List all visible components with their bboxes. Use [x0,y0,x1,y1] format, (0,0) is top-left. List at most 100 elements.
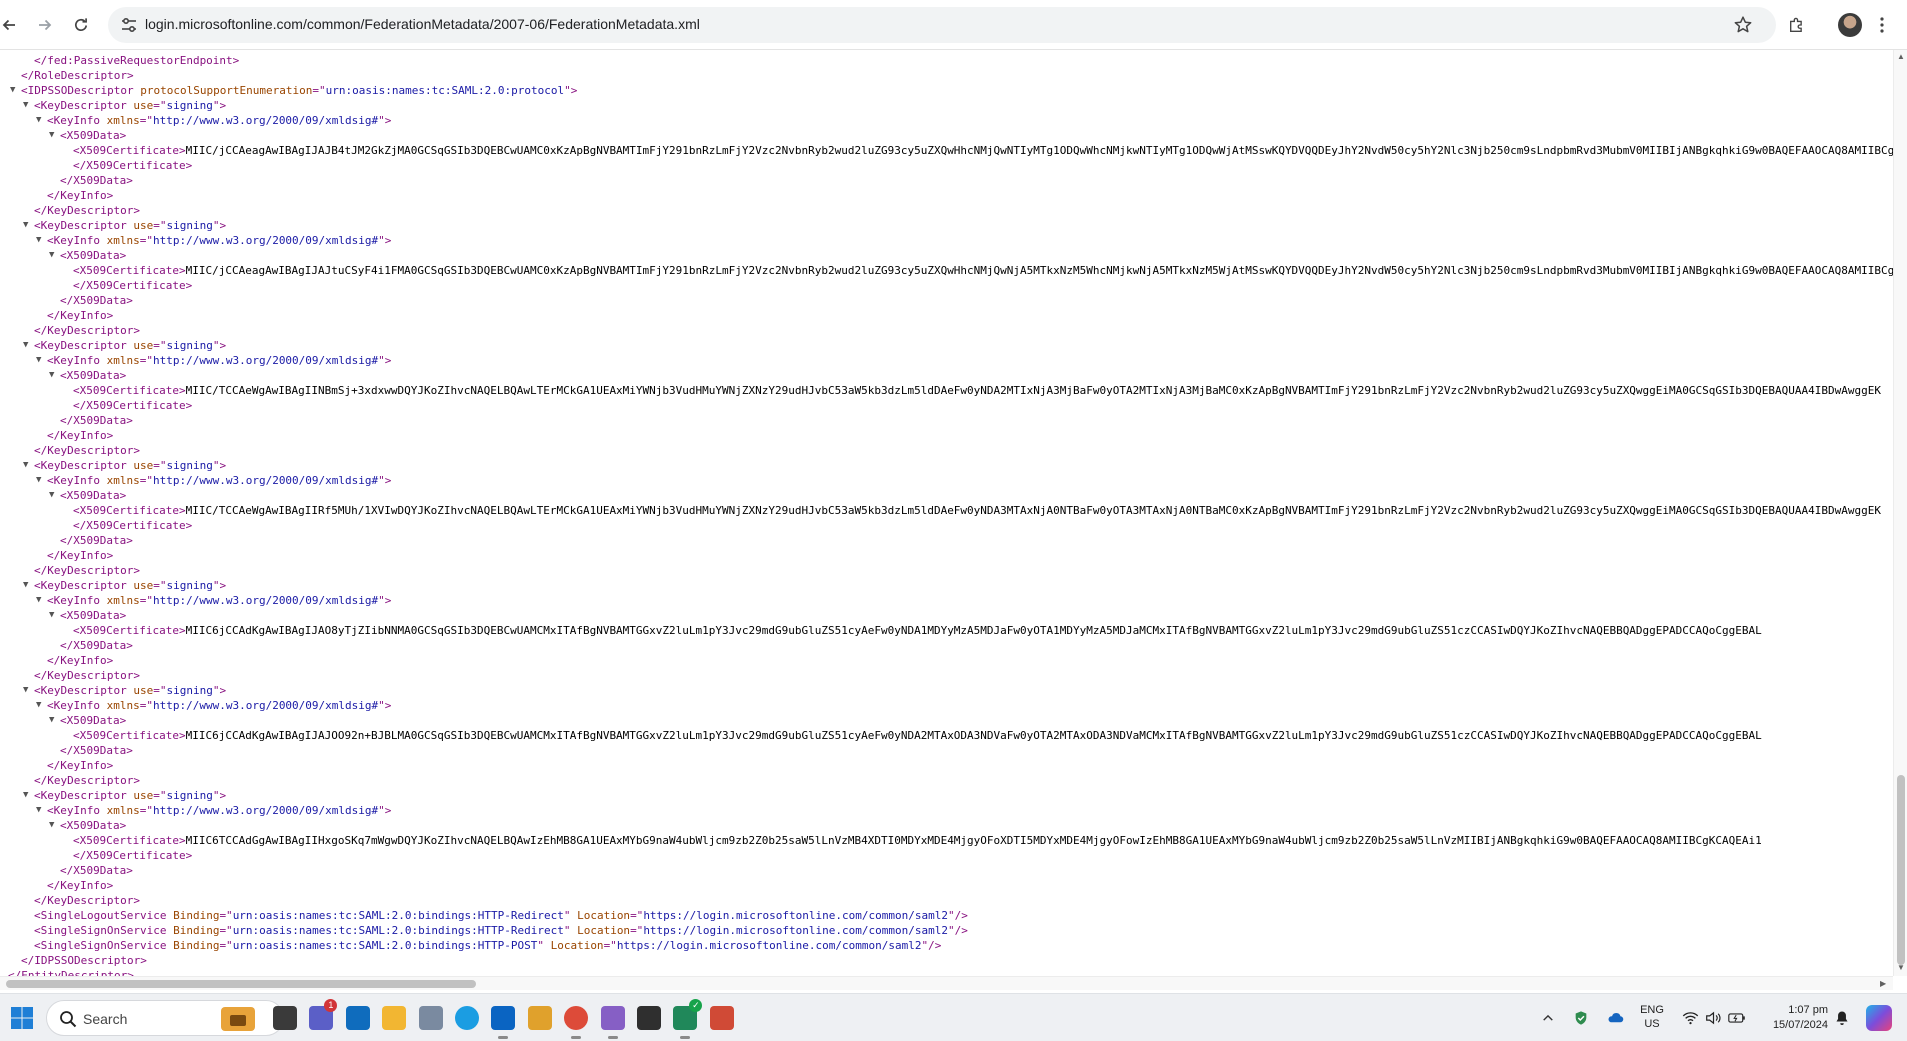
wifi-icon[interactable] [1680,1008,1700,1028]
taskbar-app-task-view[interactable] [269,1002,301,1034]
copilot-icon[interactable] [1866,1005,1892,1031]
taskbar-app-chrome[interactable] [560,1002,592,1039]
xml-token-tag: </KeyInfo> [47,309,114,322]
xml-line[interactable]: ▼ <KeyDescriptor use="signing"> [0,578,1893,593]
xml-line[interactable]: ▼ <X509Data> [0,818,1893,833]
xml-line[interactable]: ▼ <X509Data> [0,368,1893,383]
xml-line[interactable]: ▼ <KeyDescriptor use="signing"> [0,338,1893,353]
taskbar-app-microsoft-store[interactable] [342,1002,374,1034]
collapse-triangle-icon[interactable]: ▼ [23,683,28,698]
address-bar[interactable]: login.microsoftonline.com/common/Federat… [108,7,1776,43]
xml-line[interactable]: ▼ <KeyDescriptor use="signing"> [0,458,1893,473]
xml-line[interactable]: ▼ <X509Data> [0,713,1893,728]
xml-line[interactable]: ▼ <KeyInfo xmlns="http://www.w3.org/2000/… [0,233,1893,248]
collapse-triangle-icon[interactable]: ▼ [49,818,54,833]
vertical-scrollbar[interactable]: ▲ ▼ [1893,50,1907,976]
onedrive-cloud-icon[interactable] [1605,1008,1625,1028]
xml-line[interactable]: ▼ <X509Data> [0,608,1893,623]
taskbar-app-sticky-notes[interactable] [633,1002,665,1034]
xml-line[interactable]: ▼ <KeyInfo xmlns="http://www.w3.org/2000/… [0,473,1893,488]
collapse-triangle-icon[interactable]: ▼ [36,803,41,818]
taskbar-search[interactable]: Search [46,1000,284,1036]
taskbar-app-outlook[interactable] [487,1002,519,1039]
xml-line[interactable]: ▼ <KeyDescriptor use="signing"> [0,98,1893,113]
xml-token-tag: "> [212,219,227,232]
xml-token-tag: <KeyDescriptor [34,339,134,352]
collapse-triangle-icon[interactable]: ▼ [23,788,28,803]
horizontal-scrollbar[interactable]: ▶ [0,976,1893,990]
chevron-up-icon[interactable] [1538,1008,1558,1028]
system-clock[interactable]: 1:07 pm 15/07/2024 [1752,1003,1828,1033]
collapse-triangle-icon[interactable]: ▼ [36,113,41,128]
xml-token-tag: </X509Data> [60,174,133,187]
url-text[interactable]: login.microsoftonline.com/common/Federat… [145,16,700,32]
collapse-triangle-icon[interactable]: ▼ [23,458,28,473]
xml-line[interactable]: ▼ <X509Data> [0,128,1893,143]
collapse-triangle-icon[interactable]: ▼ [36,353,41,368]
collapse-triangle-icon[interactable]: ▼ [23,98,28,113]
xml-line[interactable]: ▼ <KeyInfo xmlns="http://www.w3.org/2000/… [0,113,1893,128]
scroll-up-icon[interactable]: ▲ [1897,52,1905,61]
taskbar-app-file-explorer[interactable] [378,1002,410,1034]
site-info-icon[interactable] [120,16,138,34]
taskbar-app-teams[interactable]: 1 [305,999,338,1034]
xml-line[interactable]: ▼ <KeyInfo xmlns="http://www.w3.org/2000/… [0,698,1893,713]
collapse-triangle-icon[interactable]: ▼ [23,218,28,233]
battery-icon[interactable] [1727,1008,1747,1028]
taskbar-app-edge[interactable] [451,1002,483,1034]
collapse-triangle-icon[interactable]: ▼ [49,128,54,143]
xml-line[interactable]: ▼ <IDPSSODescriptor protocolSupportEnumer… [0,83,1893,98]
kebab-menu-icon [1880,17,1884,33]
remote-desktop-icon [709,1006,734,1030]
windows-start-icon[interactable] [10,1006,34,1030]
collapse-triangle-icon[interactable]: ▼ [10,83,15,98]
vertical-scroll-thumb[interactable] [1897,775,1905,965]
volume-icon[interactable] [1703,1008,1723,1028]
xml-line[interactable]: ▼ <KeyInfo xmlns="http://www.w3.org/2000/… [0,803,1893,818]
xml-line[interactable]: ▼ <KeyDescriptor use="signing"> [0,683,1893,698]
xml-line[interactable]: ▼ <X509Data> [0,488,1893,503]
taskbar-app-remote-desktop[interactable] [706,1002,738,1034]
back-button[interactable] [0,10,24,40]
profile-avatar[interactable] [1838,13,1862,37]
xml-token-tag: =" [630,924,644,937]
xml-line: </EntityDescriptor> [0,968,1893,976]
security-shield-icon[interactable] [1571,1008,1591,1028]
xml-line[interactable]: ▼ <KeyDescriptor use="signing"> [0,788,1893,803]
collapse-triangle-icon[interactable]: ▼ [23,578,28,593]
collapse-triangle-icon[interactable]: ▼ [49,608,54,623]
xml-line[interactable]: ▼ <KeyInfo xmlns="http://www.w3.org/2000/… [0,353,1893,368]
horizontal-scroll-thumb[interactable] [6,980,476,988]
collapse-triangle-icon[interactable]: ▼ [36,233,41,248]
taskbar-app-visual-studio[interactable] [597,1002,629,1039]
xml-token-tag: "> [212,789,227,802]
notification-bell-icon[interactable] [1832,1008,1852,1028]
xml-line[interactable]: ▼ <X509Data> [0,248,1893,263]
scroll-right-icon[interactable]: ▶ [1880,979,1886,988]
taskbar-app-network-tool[interactable] [415,1002,447,1034]
reload-button[interactable] [66,10,96,40]
xml-token-tag: "> [378,114,392,127]
xml-line[interactable]: ▼ <KeyDescriptor use="signing"> [0,218,1893,233]
input-language[interactable]: ENG US [1637,1003,1667,1031]
collapse-triangle-icon[interactable]: ▼ [36,593,41,608]
collapse-triangle-icon[interactable]: ▼ [49,248,54,263]
collapse-triangle-icon[interactable]: ▼ [36,698,41,713]
forward-button[interactable] [30,10,60,40]
extensions-button[interactable] [1785,13,1809,37]
collapse-triangle-icon[interactable]: ▼ [49,713,54,728]
xml-line: </KeyInfo> [0,758,1893,773]
xml-line[interactable]: ▼ <KeyInfo xmlns="http://www.w3.org/2000/… [0,593,1893,608]
xml-token-an: xmlns [106,474,140,487]
collapse-triangle-icon[interactable]: ▼ [36,473,41,488]
bookmark-star-icon[interactable] [1733,15,1753,35]
taskbar-app-snipping-tool[interactable] [524,1002,556,1034]
scroll-down-icon[interactable]: ▼ [1897,963,1905,972]
browser-menu-button[interactable] [1875,13,1889,37]
collapse-triangle-icon[interactable]: ▼ [49,488,54,503]
taskbar-app-project-app[interactable]: ✓ [669,999,703,1039]
xml-token-av: signing [166,219,213,232]
xml-token-tag: =" [139,594,153,607]
collapse-triangle-icon[interactable]: ▼ [23,338,28,353]
collapse-triangle-icon[interactable]: ▼ [49,368,54,383]
